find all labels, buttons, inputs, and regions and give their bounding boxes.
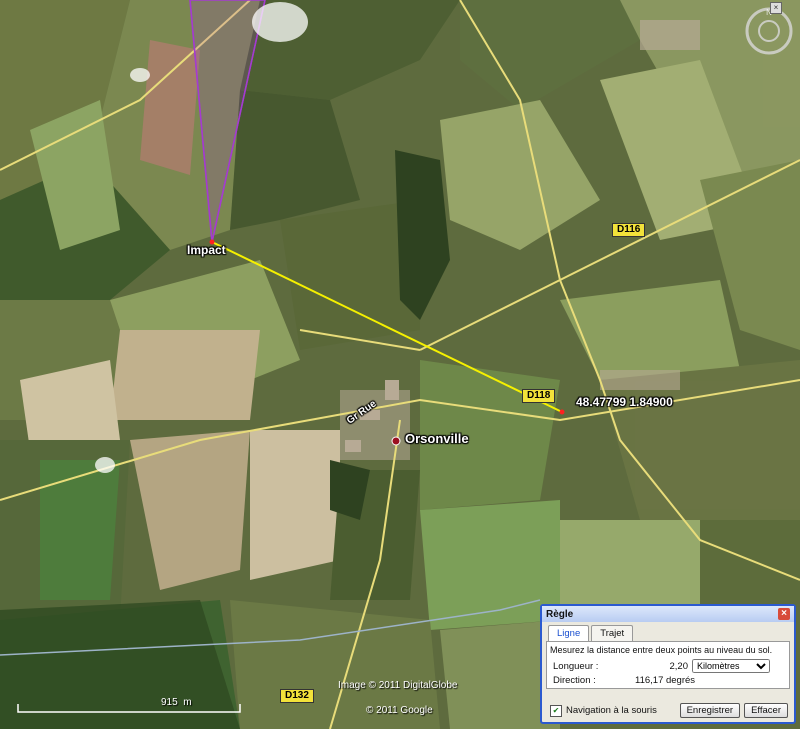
town-marker — [391, 436, 401, 446]
close-icon[interactable]: × — [778, 608, 790, 620]
length-row: Longueur : 2,20 Kilomètres — [553, 659, 783, 673]
impact-label: Impact — [187, 243, 226, 257]
ruler-panel: Mesurez la distance entre deux points au… — [546, 641, 790, 689]
ruler-dialog: Règle × Ligne Trajet Mesurez la distance… — [540, 604, 796, 724]
ruler-title: Règle — [546, 608, 574, 620]
direction-label: Direction : — [553, 675, 596, 686]
compass-control[interactable]: N — [744, 6, 794, 56]
mouse-nav-label: Navigation à la souris — [566, 705, 657, 716]
imagery-credit: Image © 2011 DigitalGlobe — [338, 680, 458, 691]
mouse-nav-checkbox[interactable]: ✔ — [550, 704, 562, 717]
direction-row: Direction : 116,17 degrés — [553, 675, 783, 686]
save-button[interactable]: Enregistrer — [679, 703, 741, 718]
road-d116-label: D116 — [612, 223, 646, 237]
tab-ligne[interactable]: Ligne — [548, 625, 590, 641]
town-label: Orsonville — [405, 431, 469, 446]
road-d132-label: D132 — [280, 689, 314, 703]
tab-trajet[interactable]: Trajet — [591, 625, 634, 641]
ruler-titlebar[interactable]: Règle × — [542, 606, 794, 622]
clear-button[interactable]: Effacer — [744, 703, 788, 718]
length-label: Longueur : — [553, 660, 599, 672]
target-point — [559, 409, 565, 415]
unit-select[interactable]: Kilomètres — [692, 659, 770, 673]
road-d118-label: D118 — [522, 389, 556, 403]
coordinates-label: 48.47799 1.84900 — [576, 395, 673, 409]
ruler-tabs: Ligne Trajet — [548, 625, 794, 641]
length-value: 2,20 — [669, 660, 689, 672]
google-credit: © 2011 Google — [366, 705, 433, 716]
scale-distance: 915 m — [161, 697, 192, 708]
ruler-description: Mesurez la distance entre deux points au… — [550, 645, 773, 655]
map-close-icon[interactable]: × — [770, 2, 782, 14]
ruler-footer: ✔ Navigation à la souris Enregistrer Eff… — [550, 703, 788, 718]
direction-value: 116,17 degrés — [635, 675, 696, 686]
